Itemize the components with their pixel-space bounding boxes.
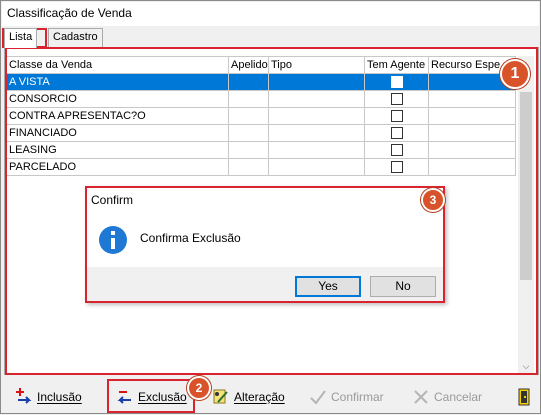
cell-tipo[interactable] (268, 141, 365, 159)
column-header-classe[interactable]: Classe da Venda (6, 56, 229, 74)
cancel-icon (412, 388, 430, 406)
cell-apelido[interactable] (228, 107, 269, 125)
vertical-scrollbar[interactable]: ⌵ (518, 56, 534, 374)
alteracao-label: Alteração (234, 390, 285, 404)
cell-recurso[interactable] (428, 107, 516, 125)
table-row[interactable]: CONTRA APRESENTAC?O (6, 107, 516, 125)
annotation-badge-1: 1 (500, 59, 530, 89)
dialog-message: Confirma Exclusão (140, 231, 241, 245)
cell-apelido[interactable] (228, 73, 269, 91)
check-icon (309, 388, 327, 406)
cell-classe[interactable]: A VISTA (6, 73, 229, 91)
tab-lista[interactable]: Lista (4, 28, 38, 48)
annotation-badge-2: 2 (187, 376, 211, 400)
cell-recurso[interactable] (428, 90, 516, 108)
exclusao-button[interactable]: Exclusão (116, 386, 187, 408)
cell-recurso[interactable] (428, 158, 516, 176)
cell-classe[interactable]: CONSORCIO (6, 90, 229, 108)
column-header-tem-agente[interactable]: Tem Agente (364, 56, 429, 74)
confirmar-label: Confirmar (331, 390, 384, 404)
alteracao-button[interactable]: Alteração (212, 386, 285, 408)
tem-agente-checkbox[interactable] (390, 76, 403, 89)
window: Classificação de Venda Lista Cadastro Cl… (0, 0, 541, 414)
cell-tem-agente[interactable] (364, 141, 429, 159)
scrollbar-thumb[interactable] (520, 92, 532, 280)
cell-tem-agente[interactable] (364, 158, 429, 176)
confirmar-button[interactable]: Confirmar (309, 386, 384, 408)
cell-tem-agente[interactable] (364, 107, 429, 125)
exit-door-icon (515, 388, 533, 406)
yes-button[interactable]: Yes (295, 276, 361, 297)
cell-tipo[interactable] (268, 158, 365, 176)
cell-tipo[interactable] (268, 124, 365, 142)
cell-tem-agente[interactable] (364, 90, 429, 108)
cell-recurso[interactable] (428, 141, 516, 159)
dialog-body: Confirma Exclusão (86, 212, 444, 262)
exit-button[interactable] (515, 386, 537, 408)
column-header-tipo[interactable]: Tipo (268, 56, 365, 74)
no-button[interactable]: No (370, 276, 436, 297)
tem-agente-checkbox[interactable] (390, 161, 403, 174)
cell-classe[interactable]: PARCELADO (6, 158, 229, 176)
table-row[interactable]: A VISTA (6, 73, 516, 91)
cancelar-button[interactable]: Cancelar (412, 386, 482, 408)
window-title: Classificação de Venda (2, 2, 539, 26)
scroll-down-icon[interactable]: ⌵ (518, 358, 534, 374)
info-icon (99, 226, 127, 254)
tem-agente-checkbox[interactable] (390, 110, 403, 123)
delete-record-icon (116, 388, 134, 406)
bottom-toolbar: Inclusão Exclusão Alteração Confirmar Ca… (1, 379, 541, 415)
inclusao-button[interactable]: Inclusão (15, 386, 82, 408)
table-row[interactable]: LEASING (6, 141, 516, 159)
insert-record-icon (15, 388, 33, 406)
table-row[interactable]: PARCELADO (6, 158, 516, 176)
cell-tipo[interactable] (268, 73, 365, 91)
annotation-badge-3: 3 (421, 188, 445, 212)
grid-header-row: Classe da Venda Apelido Tipo Tem Agente … (6, 56, 516, 74)
cell-apelido[interactable] (228, 158, 269, 176)
cell-classe[interactable]: LEASING (6, 141, 229, 159)
cell-classe[interactable]: FINANCIADO (6, 124, 229, 142)
cell-recurso[interactable] (428, 124, 516, 142)
cell-apelido[interactable] (228, 90, 269, 108)
cell-apelido[interactable] (228, 141, 269, 159)
cell-apelido[interactable] (228, 124, 269, 142)
tab-cadastro[interactable]: Cadastro (48, 28, 103, 47)
inclusao-label: Inclusão (37, 390, 82, 404)
edit-record-icon (212, 388, 230, 406)
exclusao-label: Exclusão (138, 390, 187, 404)
confirm-dialog: Confirm Confirma Exclusão Yes No (85, 186, 445, 303)
column-header-apelido[interactable]: Apelido (228, 56, 269, 74)
cell-tem-agente[interactable] (364, 73, 429, 91)
cell-classe[interactable]: CONTRA APRESENTAC?O (6, 107, 229, 125)
cell-tipo[interactable] (268, 90, 365, 108)
cell-tipo[interactable] (268, 107, 365, 125)
tem-agente-checkbox[interactable] (390, 93, 403, 106)
cancelar-label: Cancelar (434, 390, 483, 404)
table-row[interactable]: CONSORCIO (6, 90, 516, 108)
dialog-title: Confirm (91, 193, 134, 207)
dialog-footer: Yes No (86, 267, 444, 303)
table-row[interactable]: FINANCIADO (6, 124, 516, 142)
tem-agente-checkbox[interactable] (390, 144, 403, 157)
cell-tem-agente[interactable] (364, 124, 429, 142)
tem-agente-checkbox[interactable] (390, 127, 403, 140)
sales-class-grid: Classe da Venda Apelido Tipo Tem Agente … (6, 56, 516, 176)
